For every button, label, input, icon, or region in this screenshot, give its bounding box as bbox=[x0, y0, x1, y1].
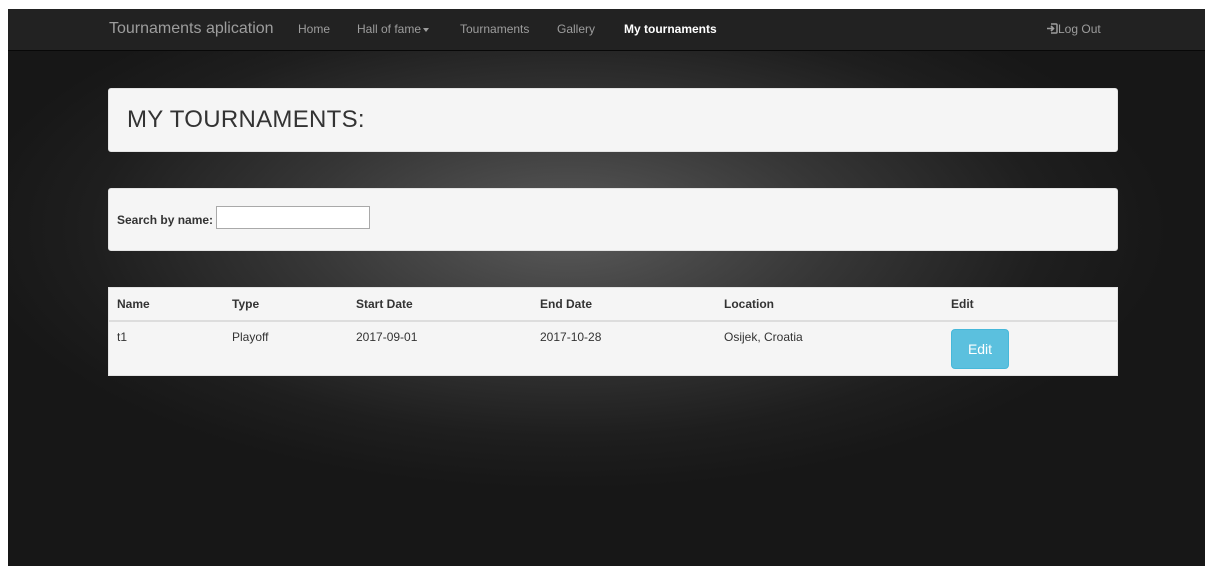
tournaments-table-panel: Name Type Start Date End Date Location E… bbox=[108, 287, 1118, 376]
nav-gallery[interactable]: Gallery bbox=[557, 22, 595, 36]
logout-label: Log Out bbox=[1058, 22, 1101, 36]
navbar: Tournaments aplication Home Hall of fame… bbox=[8, 9, 1205, 51]
table-row: t1 Playoff 2017-09-01 2017-10-28 Osijek,… bbox=[109, 321, 1117, 369]
table-header-row: Name Type Start Date End Date Location E… bbox=[109, 288, 1117, 322]
cell-name: t1 bbox=[117, 330, 128, 344]
column-header-end-date: End Date bbox=[532, 288, 716, 322]
cell-type: Playoff bbox=[232, 330, 269, 344]
nav-my-tournaments[interactable]: My tournaments bbox=[624, 22, 717, 36]
search-input[interactable] bbox=[216, 206, 370, 229]
search-label: Search by name: bbox=[117, 213, 214, 227]
logout-link[interactable]: Log Out bbox=[1046, 22, 1101, 36]
column-header-start-date: Start Date bbox=[348, 288, 532, 322]
column-header-name: Name bbox=[109, 288, 224, 322]
page-title: MY TOURNAMENTS: bbox=[127, 106, 365, 133]
tournaments-table: Name Type Start Date End Date Location E… bbox=[109, 288, 1117, 369]
cell-start-date: 2017-09-01 bbox=[356, 330, 418, 344]
nav-hall-of-fame-label: Hall of fame bbox=[357, 22, 422, 36]
brand-link[interactable]: Tournaments aplication bbox=[109, 20, 274, 38]
column-header-location: Location bbox=[716, 288, 943, 322]
title-panel: MY TOURNAMENTS: bbox=[108, 88, 1118, 152]
column-header-type: Type bbox=[224, 288, 348, 322]
caret-down-icon bbox=[423, 27, 430, 32]
nav-tournaments[interactable]: Tournaments bbox=[460, 22, 529, 36]
nav-hall-of-fame[interactable]: Hall of fame bbox=[357, 22, 430, 36]
log-in-icon bbox=[1047, 23, 1058, 34]
edit-button[interactable]: Edit bbox=[951, 329, 1009, 369]
cell-edit: Edit bbox=[943, 321, 1117, 369]
column-header-edit: Edit bbox=[943, 288, 1117, 322]
cell-end-date: 2017-10-28 bbox=[540, 330, 602, 344]
nav-home[interactable]: Home bbox=[298, 22, 330, 36]
search-panel: Search by name: bbox=[108, 188, 1118, 251]
cell-location: Osijek, Croatia bbox=[724, 330, 803, 344]
app-viewport: Tournaments aplication Home Hall of fame… bbox=[8, 9, 1205, 566]
